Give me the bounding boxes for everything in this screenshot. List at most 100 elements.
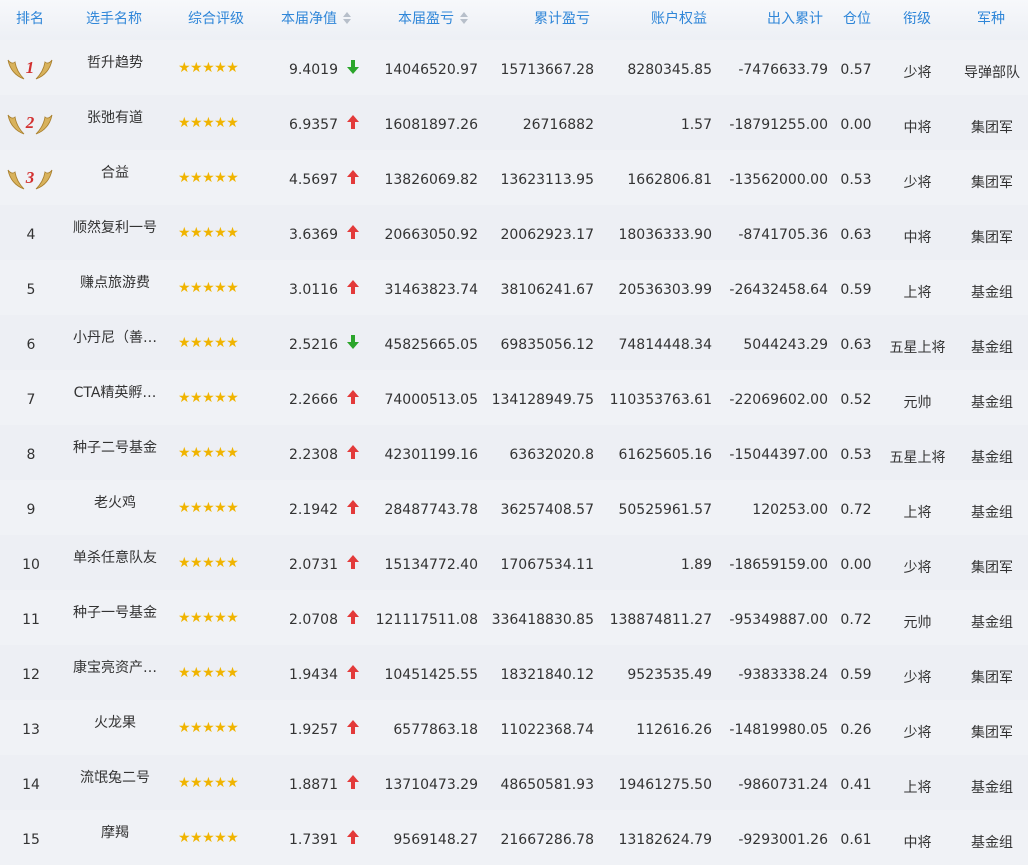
table-row[interactable]: 3 合益 ★★★★★ 4.5697 13826069.82 13623113.95 1662…	[0, 150, 1028, 205]
player-name-link[interactable]: 火龙果	[66, 712, 164, 732]
rank-number: 7	[26, 392, 36, 408]
level-value: 中将	[903, 835, 932, 851]
player-name-link[interactable]: 张弛有道	[66, 107, 164, 127]
col-rating-header[interactable]: 综合评级	[188, 0, 244, 38]
rating-stars: ★★★★★	[178, 60, 239, 76]
col-nav-header[interactable]: 本届净值	[281, 0, 351, 38]
col-current-pnl-header[interactable]: 本届盈亏	[398, 0, 468, 38]
table-row[interactable]: 2 张弛有道 ★★★★★ 6.9357 16081897.26 26716882 1.57 -…	[0, 95, 1028, 150]
player-name-link[interactable]: 种子一号基金	[66, 602, 164, 622]
arm-value: 基金组	[971, 835, 1013, 851]
table-row[interactable]: 4 顺然复利一号 ★★★★★ 3.6369 20663050.92 20062923.17…	[0, 205, 1028, 260]
nav-value: 3.0116	[289, 282, 338, 298]
sort-icon[interactable]	[460, 12, 468, 24]
level-value: 少将	[903, 175, 932, 191]
medal-rank-number: 1	[26, 58, 35, 77]
equity-value: 20536303.99	[618, 282, 712, 298]
col-equity-header[interactable]: 账户权益	[651, 0, 707, 38]
player-name-link[interactable]: 合益	[66, 162, 164, 182]
cumulative-pnl-value: 36257408.57	[500, 502, 594, 518]
player-name-link[interactable]: 老火鸡	[66, 492, 164, 512]
rank-number: 6	[26, 337, 36, 353]
trend-up-icon	[347, 830, 359, 844]
nav-value: 2.0731	[289, 557, 338, 573]
equity-value: 8280345.85	[627, 62, 712, 78]
arm-value: 集团军	[971, 230, 1013, 246]
arm-value: 集团军	[971, 560, 1013, 576]
inout-value: -8741705.36	[738, 227, 828, 243]
col-rating-label: 综合评级	[188, 11, 244, 27]
trend-up-icon	[347, 720, 359, 734]
position-value: 0.63	[840, 337, 872, 353]
rating-stars: ★★★★★	[178, 665, 239, 681]
level-value: 上将	[903, 285, 932, 301]
rating-stars: ★★★★★	[178, 555, 239, 571]
col-equity-label: 账户权益	[651, 11, 707, 27]
current-pnl-value: 74000513.05	[384, 392, 478, 408]
player-name-link[interactable]: 哲升趋势	[66, 52, 164, 72]
trend-up-icon	[347, 170, 359, 184]
current-pnl-value: 31463823.74	[384, 282, 478, 298]
table-row[interactable]: 7 CTA精英孵… ★★★★★ 2.2666 74000513.05 134128949.…	[0, 370, 1028, 425]
cumulative-pnl-value: 69835056.12	[500, 337, 594, 353]
col-cumulative-pnl-header[interactable]: 累计盈亏	[534, 0, 590, 38]
col-position-header[interactable]: 仓位	[843, 0, 871, 38]
col-rank-header[interactable]: 排名	[16, 0, 44, 38]
cumulative-pnl-value: 26716882	[522, 117, 594, 133]
rating-stars: ★★★★★	[178, 335, 239, 351]
current-pnl-value: 14046520.97	[384, 62, 478, 78]
rank-number: 10	[22, 557, 40, 573]
nav-value: 2.1942	[289, 502, 338, 518]
player-name-link[interactable]: 单杀任意队友	[66, 547, 164, 567]
table-row[interactable]: 11 种子一号基金 ★★★★★ 2.0708 121117511.08 336418830…	[0, 590, 1028, 645]
inout-value: -9383338.24	[738, 667, 828, 683]
nav-value: 2.0708	[289, 612, 338, 628]
col-name-header[interactable]: 选手名称	[86, 0, 142, 38]
arm-value: 基金组	[971, 450, 1013, 466]
player-name-link[interactable]: 康宝亮资产…	[66, 657, 164, 677]
col-arm-header[interactable]: 军种	[977, 0, 1005, 38]
medal-icon: 1	[7, 58, 53, 80]
rating-stars: ★★★★★	[178, 390, 239, 406]
nav-value: 6.9357	[289, 117, 338, 133]
table-row[interactable]: 10 单杀任意队友 ★★★★★ 2.0731 15134772.40 17067534.1…	[0, 535, 1028, 590]
current-pnl-value: 10451425.55	[384, 667, 478, 683]
level-value: 中将	[903, 120, 932, 136]
table-row[interactable]: 1 哲升趋势 ★★★★★ 9.4019 14046520.97 15713667.28 82…	[0, 40, 1028, 95]
table-row[interactable]: 6 小丹尼（善… ★★★★★ 2.5216 45825665.05 69835056.12…	[0, 315, 1028, 370]
inout-value: -7476633.79	[738, 62, 828, 78]
equity-value: 110353763.61	[609, 392, 712, 408]
col-name-label: 选手名称	[86, 11, 142, 27]
player-name-link[interactable]: 流氓兔二号	[66, 767, 164, 787]
table-header: 排名 选手名称 综合评级 本届净值 本届盈亏 累计盈亏 账户权益 出入累计 仓位…	[0, 0, 1028, 38]
table-row[interactable]: 12 康宝亮资产… ★★★★★ 1.9434 10451425.55 18321840.1…	[0, 645, 1028, 700]
table-row[interactable]: 5 赚点旅游费 ★★★★★ 3.0116 31463823.74 38106241.67 2…	[0, 260, 1028, 315]
inout-value: -18791255.00	[729, 117, 828, 133]
table-row[interactable]: 14 流氓兔二号 ★★★★★ 1.8871 13710473.29 48650581.93…	[0, 755, 1028, 810]
col-level-header[interactable]: 衔级	[903, 0, 931, 38]
player-name-link[interactable]: 顺然复利一号	[66, 217, 164, 237]
sort-icon[interactable]	[343, 12, 351, 24]
inout-value: 5044243.29	[743, 337, 828, 353]
inout-value: -95349887.00	[729, 612, 828, 628]
arm-value: 基金组	[971, 505, 1013, 521]
table-row[interactable]: 8 种子二号基金 ★★★★★ 2.2308 42301199.16 63632020.8 6…	[0, 425, 1028, 480]
cumulative-pnl-value: 134128949.75	[491, 392, 594, 408]
table-row[interactable]: 9 老火鸡 ★★★★★ 2.1942 28487743.78 36257408.57 505…	[0, 480, 1028, 535]
player-name-link[interactable]: 摩羯	[66, 822, 164, 842]
nav-value: 2.5216	[289, 337, 338, 353]
position-value: 0.00	[840, 117, 872, 133]
player-name-link[interactable]: 种子二号基金	[66, 437, 164, 457]
col-nav-label: 本届净值	[281, 11, 337, 27]
cumulative-pnl-value: 18321840.12	[500, 667, 594, 683]
arm-value: 集团军	[971, 725, 1013, 741]
col-inout-header[interactable]: 出入累计	[767, 0, 823, 38]
rating-stars: ★★★★★	[178, 830, 239, 846]
inout-value: -9293001.26	[738, 832, 828, 848]
rating-stars: ★★★★★	[178, 115, 239, 131]
player-name-link[interactable]: CTA精英孵…	[66, 382, 164, 402]
player-name-link[interactable]: 小丹尼（善…	[66, 327, 164, 347]
level-value: 少将	[903, 670, 932, 686]
player-name-link[interactable]: 赚点旅游费	[66, 272, 164, 292]
table-row[interactable]: 13 火龙果 ★★★★★ 1.9257 6577863.18 11022368.74 112…	[0, 700, 1028, 755]
